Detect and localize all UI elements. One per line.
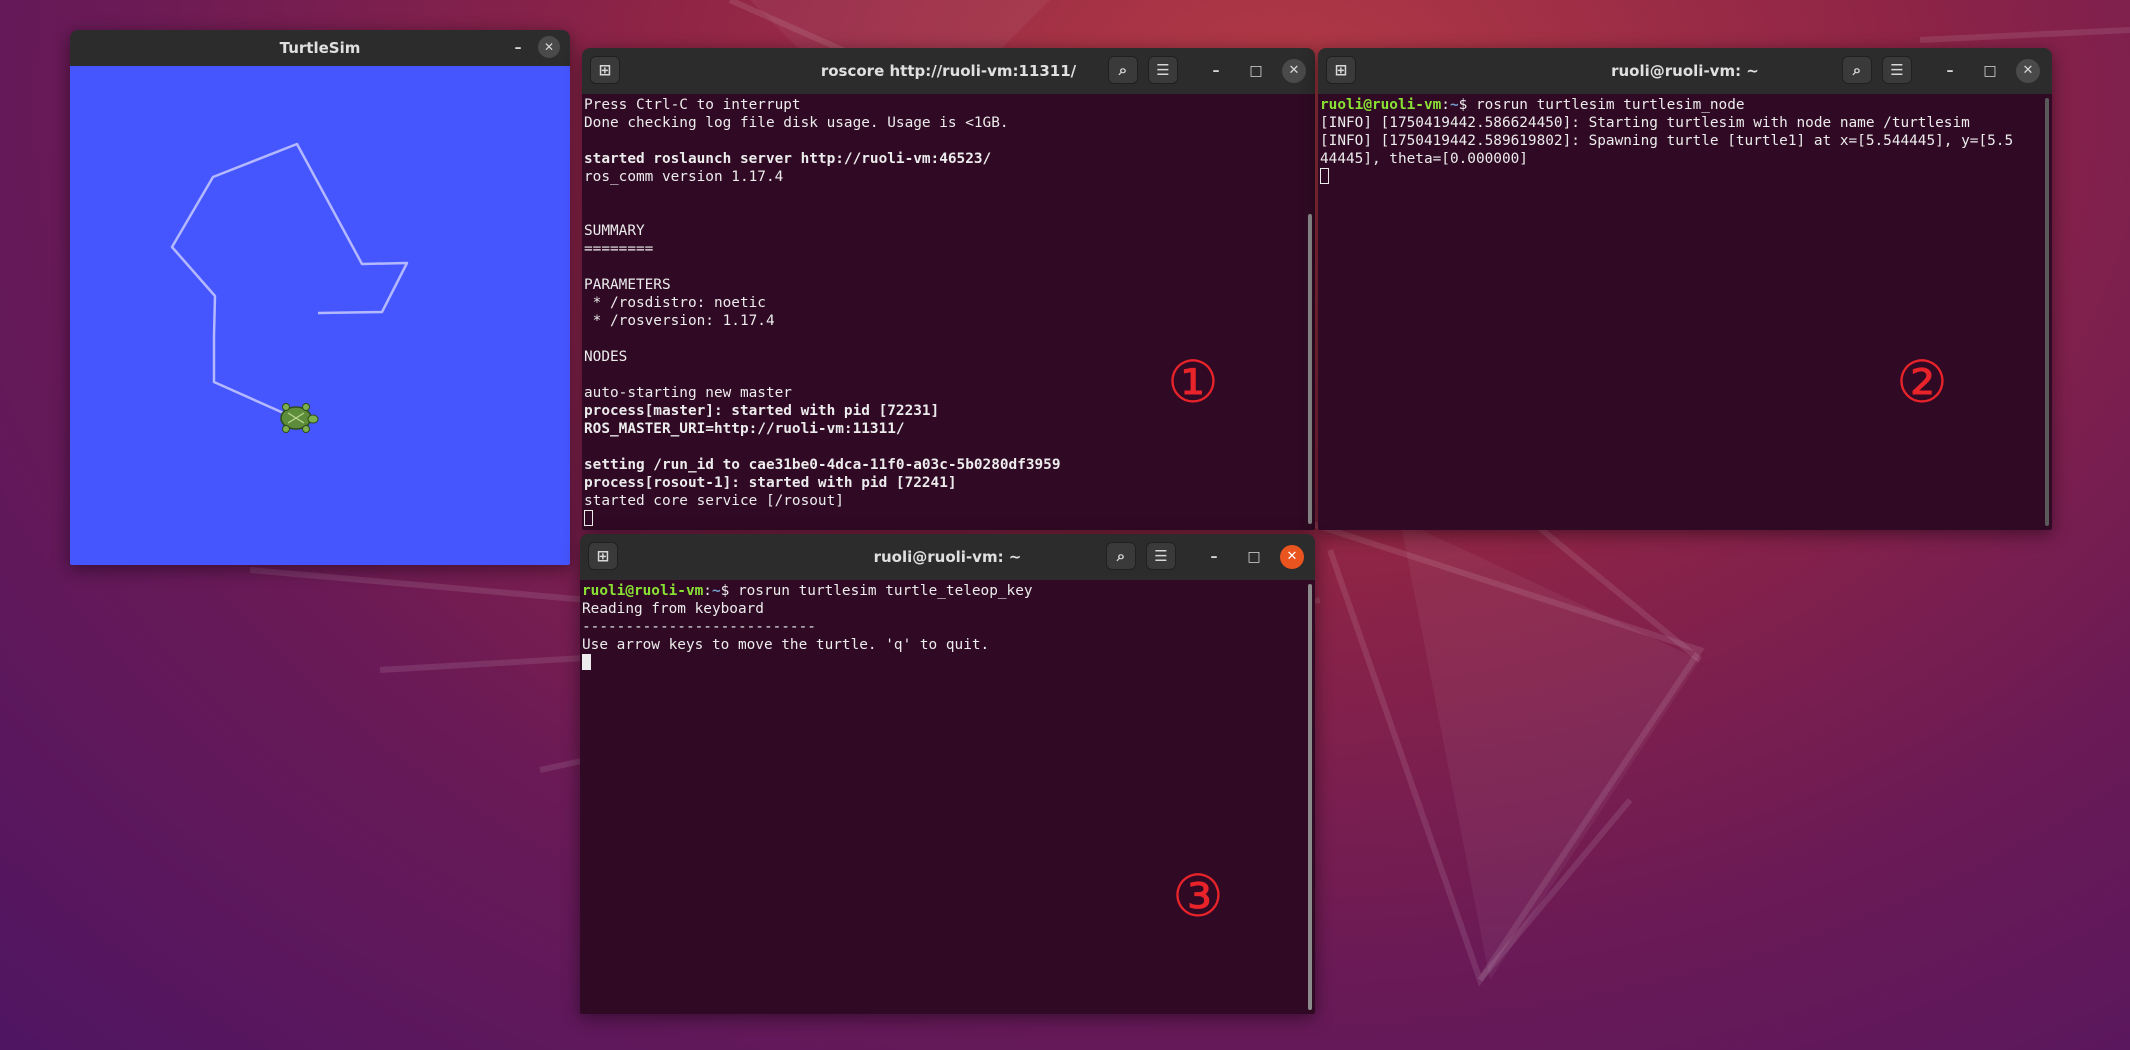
output-line: ---------------------------	[582, 619, 816, 635]
search-button[interactable]: ⌕	[1842, 56, 1872, 84]
prompt-end: $	[1458, 97, 1476, 113]
terminal-output[interactable]: Press Ctrl-C to interrupt Done checking l…	[582, 94, 1315, 530]
search-button[interactable]: ⌕	[1106, 542, 1136, 570]
terminal-cursor-line	[1320, 168, 2052, 186]
turtlesim-window[interactable]: TurtleSim – ✕	[70, 30, 570, 565]
output-line: ros_comm version 1.17.4	[584, 169, 784, 185]
output-line: process[rosout-1]: started with pid [722…	[584, 475, 957, 491]
prompt-end: $	[720, 583, 738, 599]
menu-button[interactable]: ☰	[1146, 542, 1176, 570]
maximize-button[interactable]: □	[1978, 59, 2002, 83]
terminal-cursor	[582, 654, 591, 670]
prompt-line: ruoli@ruoli-vm:~$ rosrun turtlesim turtl…	[1320, 96, 2052, 114]
prompt-line: ruoli@ruoli-vm:~$ rosrun turtlesim turtl…	[582, 582, 1315, 600]
maximize-button[interactable]: □	[1244, 59, 1268, 83]
close-button[interactable]: ✕	[1282, 59, 1306, 83]
minimize-button[interactable]: –	[1938, 59, 1962, 83]
output-line: Done checking log file disk usage. Usage…	[584, 115, 1009, 131]
scrollbar[interactable]	[2045, 98, 2049, 526]
command-text: rosrun turtlesim turtlesim_node	[1475, 97, 1745, 113]
menu-button[interactable]: ☰	[1148, 56, 1178, 84]
terminal-titlebar[interactable]: ⊞ ruoli@ruoli-vm: ~ ⌕ ☰ – □ ✕	[580, 534, 1315, 580]
terminal-lines: Press Ctrl-C to interrupt Done checking l…	[584, 96, 1315, 510]
search-button[interactable]: ⌕	[1108, 56, 1138, 84]
output-line: Press Ctrl-C to interrupt	[584, 97, 801, 113]
terminal-titlebar[interactable]: ⊞ ruoli@ruoli-vm: ~ ⌕ ☰ – □ ✕	[1318, 48, 2052, 94]
output-line: * /rosdistro: noetic	[584, 295, 766, 311]
prompt-path: ~	[1449, 97, 1459, 113]
terminal-window-turtlesim-node[interactable]: ⊞ ruoli@ruoli-vm: ~ ⌕ ☰ – □ ✕ ruoli@ruol…	[1318, 48, 2052, 530]
turtlesim-title: TurtleSim	[279, 39, 361, 57]
terminal-output[interactable]: ruoli@ruoli-vm:~$ rosrun turtlesim turtl…	[1318, 94, 2052, 530]
scrollbar[interactable]	[1308, 584, 1312, 1010]
output-line: * /rosversion: 1.17.4	[584, 313, 775, 329]
prompt-path: ~	[711, 583, 721, 599]
scrollbar[interactable]	[1308, 214, 1312, 524]
terminal-cursor	[584, 510, 593, 526]
terminal-cursor-line	[584, 510, 1315, 528]
turtlesim-canvas	[70, 66, 570, 565]
maximize-button[interactable]: □	[1242, 545, 1266, 569]
prompt-user: ruoli@ruoli-vm	[582, 583, 704, 599]
output-line: ========	[584, 241, 654, 257]
close-button[interactable]: ✕	[1280, 545, 1304, 569]
command-text: rosrun turtlesim turtle_teleop_key	[737, 583, 1033, 599]
output-line: Reading from keyboard	[582, 601, 764, 617]
minimize-button[interactable]: –	[1202, 545, 1226, 569]
terminal-cursor	[1320, 168, 1329, 184]
terminal-cursor-line	[582, 654, 1315, 672]
terminal-output[interactable]: ruoli@ruoli-vm:~$ rosrun turtlesim turtl…	[580, 580, 1315, 1014]
window-marker-1: ①	[1167, 348, 1219, 416]
output-line: ROS_MASTER_URI=http://ruoli-vm:11311/	[584, 421, 905, 437]
output-line: PARAMETERS	[584, 277, 671, 293]
menu-button[interactable]: ☰	[1882, 56, 1912, 84]
turtlesim-minimize-button[interactable]: –	[506, 36, 530, 60]
close-button[interactable]: ✕	[2016, 59, 2040, 83]
output-line: Use arrow keys to move the turtle. 'q' t…	[582, 637, 990, 653]
terminal-window-teleop[interactable]: ⊞ ruoli@ruoli-vm: ~ ⌕ ☰ – □ ✕ ruoli@ruol…	[580, 534, 1315, 1014]
output-line: setting /run_id to cae31be0-4dca-11f0-a0…	[584, 457, 1061, 473]
turtlesim-titlebar[interactable]: TurtleSim – ✕	[70, 30, 570, 66]
window-marker-2: ②	[1896, 348, 1948, 416]
output-line: started roslaunch server http://ruoli-vm…	[584, 151, 992, 167]
output-line: [INFO] [1750419442.586624450]: Starting …	[1320, 115, 1970, 131]
minimize-button[interactable]: –	[1204, 59, 1228, 83]
output-line: 44445], theta=[0.000000]	[1320, 151, 1528, 167]
terminal-window-roscore[interactable]: ⊞ roscore http://ruoli-vm:11311/ ⌕ ☰ – □…	[582, 48, 1315, 530]
output-line: SUMMARY	[584, 223, 645, 239]
window-marker-3: ③	[1172, 862, 1224, 930]
terminal-titlebar[interactable]: ⊞ roscore http://ruoli-vm:11311/ ⌕ ☰ – □…	[582, 48, 1315, 94]
prompt-separator: :	[1441, 97, 1450, 113]
prompt-separator: :	[703, 583, 712, 599]
output-line: [INFO] [1750419442.589619802]: Spawning …	[1320, 133, 2014, 149]
prompt-user: ruoli@ruoli-vm	[1320, 97, 1442, 113]
output-line: started core service [/rosout]	[584, 493, 844, 509]
turtlesim-close-button[interactable]: ✕	[538, 36, 560, 58]
